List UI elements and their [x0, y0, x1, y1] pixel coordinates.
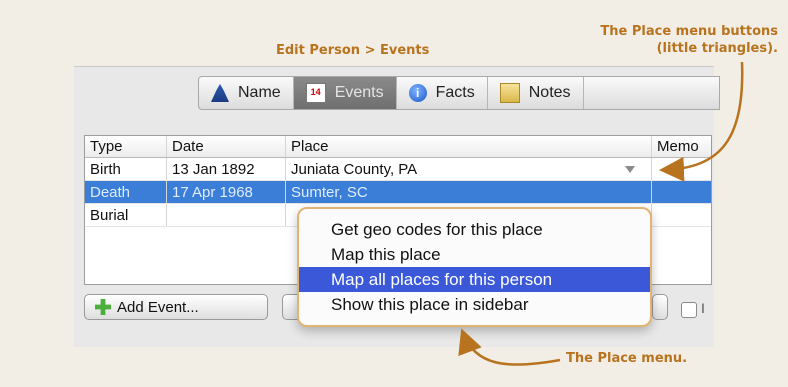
annotation-arrows — [458, 61, 744, 366]
arrow-to-triangle — [659, 61, 744, 182]
arrow-to-menu — [458, 328, 561, 366]
